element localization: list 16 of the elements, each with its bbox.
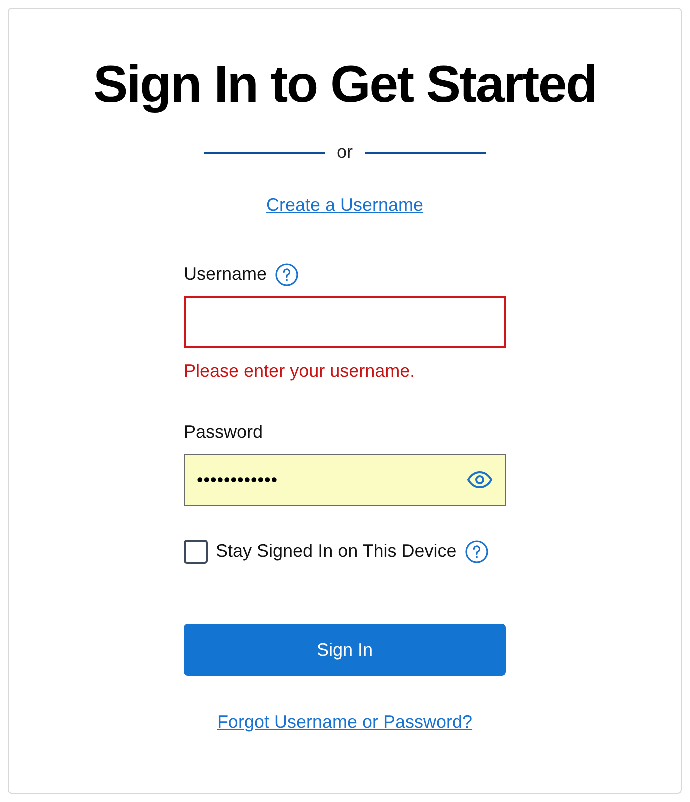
- checkbox-label: Stay Signed In on This Device: [216, 540, 457, 563]
- eye-icon[interactable]: [467, 471, 493, 489]
- username-field[interactable]: [184, 296, 506, 348]
- password-value: ••••••••••••: [197, 468, 280, 492]
- checkbox[interactable]: [184, 540, 208, 564]
- page-title: Sign In to Get Started: [94, 55, 596, 116]
- forgot-link[interactable]: Forgot Username or Password?: [217, 709, 473, 736]
- password-field[interactable]: ••••••••••••: [184, 454, 506, 506]
- help-icon[interactable]: [464, 540, 489, 564]
- error-message: Please enter your username.: [184, 360, 416, 383]
- password-label: Password: [184, 421, 264, 444]
- help-icon[interactable]: [275, 262, 300, 286]
- sign-in-button[interactable]: Sign In: [184, 624, 506, 676]
- create-username-link[interactable]: Create a Username: [266, 192, 424, 219]
- divider-text: or: [336, 141, 353, 164]
- username-label: Username: [184, 263, 268, 286]
